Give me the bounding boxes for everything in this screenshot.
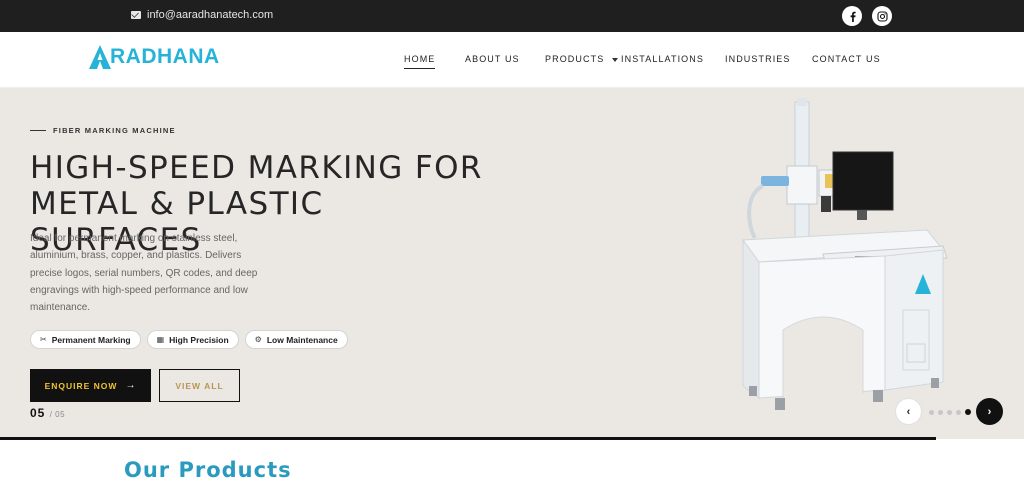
tag-low-maintenance: ⚙ Low Maintenance bbox=[244, 330, 348, 349]
slide-current: 05 bbox=[30, 406, 46, 420]
slider-prev-button[interactable]: ‹ bbox=[895, 398, 922, 425]
mail-icon bbox=[131, 11, 141, 19]
email-text[interactable]: info@aaradhanatech.com bbox=[147, 9, 273, 21]
main-nav: HOME ABOUT US PRODUCTS INSTALLATIONS IND… bbox=[0, 54, 1024, 69]
eyebrow-dash bbox=[30, 130, 46, 131]
facebook-button[interactable] bbox=[842, 6, 862, 26]
site-header: RADHANA HOME ABOUT US PRODUCTS INSTALLAT… bbox=[0, 32, 1024, 88]
nav-products[interactable]: PRODUCTS bbox=[545, 54, 619, 64]
grid-icon: ▦ bbox=[156, 335, 165, 344]
feature-tags: ✂ Permanent Marking ▦ High Precision ⚙ L… bbox=[30, 330, 348, 349]
section-title: Our Products bbox=[124, 458, 292, 482]
view-all-button[interactable]: VIEW ALL bbox=[159, 369, 240, 402]
slider-dot[interactable] bbox=[929, 409, 934, 415]
hero-progress-bar bbox=[0, 437, 936, 440]
eyebrow-text: FIBER MARKING MACHINE bbox=[53, 126, 176, 135]
enquire-label: ENQUIRE NOW bbox=[44, 380, 118, 391]
slider-dot[interactable] bbox=[947, 409, 952, 415]
hero-eyebrow: FIBER MARKING MACHINE bbox=[30, 126, 176, 135]
slide-total: / 05 bbox=[49, 410, 66, 419]
tag-high-precision: ▦ High Precision bbox=[146, 330, 239, 349]
slider-dot[interactable] bbox=[938, 409, 943, 415]
chevron-down-icon bbox=[612, 57, 619, 62]
tag-permanent-marking: ✂ Permanent Marking bbox=[30, 330, 141, 349]
instagram-button[interactable] bbox=[872, 6, 892, 26]
tag-label: Permanent Marking bbox=[51, 334, 131, 345]
slide-counter: 05 / 05 bbox=[30, 406, 65, 420]
fiber-marking-machine-image bbox=[742, 98, 948, 410]
facebook-icon bbox=[850, 11, 856, 22]
chevron-right-icon: › bbox=[987, 405, 992, 418]
hero-title-line-1: HIGH-SPEED MARKING FOR bbox=[30, 150, 483, 186]
chevron-left-icon: ‹ bbox=[906, 405, 911, 418]
tag-label: Low Maintenance bbox=[266, 334, 338, 345]
instagram-icon bbox=[876, 10, 888, 22]
slider-dots bbox=[929, 409, 971, 415]
nav-contact-us[interactable]: CONTACT US bbox=[812, 54, 881, 64]
scissors-icon: ✂ bbox=[40, 335, 47, 344]
email-contact[interactable]: info@aaradhanatech.com bbox=[131, 9, 273, 21]
nav-installations[interactable]: INSTALLATIONS bbox=[621, 54, 704, 64]
nav-industries[interactable]: INDUSTRIES bbox=[725, 54, 791, 64]
slider-dot-active[interactable] bbox=[965, 409, 971, 415]
nav-products-label: PRODUCTS bbox=[545, 54, 605, 64]
slider-dot[interactable] bbox=[956, 409, 961, 415]
top-bar: info@aaradhanatech.com bbox=[0, 0, 1024, 32]
nav-home[interactable]: HOME bbox=[404, 54, 436, 69]
gear-icon: ⚙ bbox=[254, 335, 262, 344]
slider-next-button[interactable]: › bbox=[976, 398, 1003, 425]
hero-description: Ideal for permanent marking on stainless… bbox=[30, 233, 258, 314]
enquire-now-button[interactable]: ENQUIRE NOW → bbox=[30, 369, 151, 402]
nav-about-us[interactable]: ABOUT US bbox=[465, 54, 520, 64]
tag-label: High Precision bbox=[169, 334, 229, 345]
arrow-right-icon: → bbox=[125, 380, 137, 391]
